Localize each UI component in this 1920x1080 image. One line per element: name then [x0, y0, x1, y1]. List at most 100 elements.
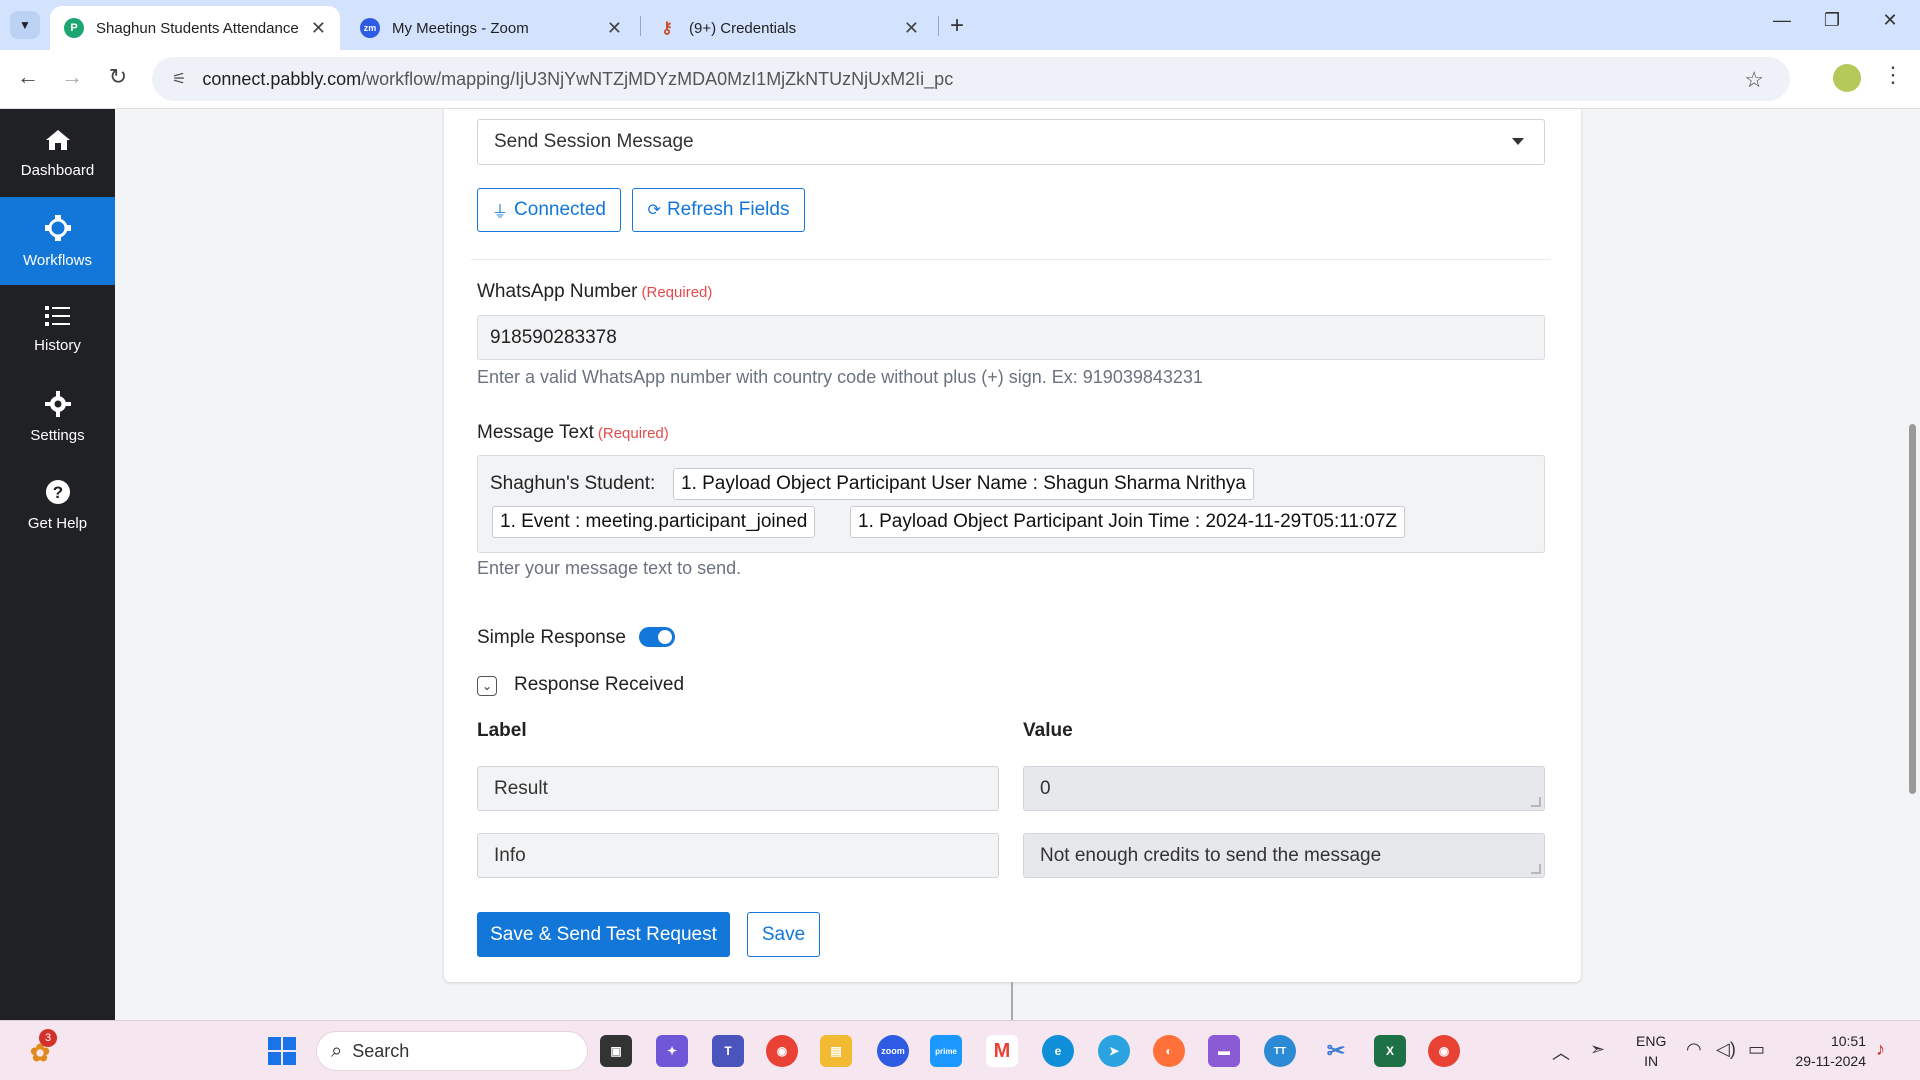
section-divider	[471, 259, 1551, 260]
mapped-field-chip[interactable]: 1. Event : meeting.participant_joined	[492, 506, 816, 538]
workflow-connector-line	[1011, 982, 1013, 1020]
volume-icon[interactable]: ◁)	[1716, 1039, 1736, 1060]
sidebar-item-get-help[interactable]: ? Get Help	[0, 461, 115, 549]
label-column-header: Label	[477, 720, 527, 741]
message-text-input[interactable]: Shaghun's Student: 1. Payload Object Par…	[477, 455, 1545, 553]
simple-response-label: Simple Response	[477, 627, 626, 648]
snipping-tool-icon[interactable]: ✂	[1320, 1035, 1352, 1067]
profile-avatar[interactable]	[1833, 64, 1861, 92]
language-code: ENG	[1636, 1033, 1667, 1049]
forward-icon[interactable]: →	[56, 64, 88, 90]
system-clock[interactable]: 10:51 29-11-2024	[1786, 1031, 1866, 1071]
windows-start-icon[interactable]	[266, 1035, 298, 1067]
close-icon[interactable]: ✕	[311, 18, 326, 39]
mapped-field-chip[interactable]: 1. Payload Object Participant Join Time …	[850, 506, 1405, 538]
scrollbar-thumb[interactable]	[1909, 424, 1916, 794]
back-icon[interactable]: ←	[12, 64, 44, 90]
teams-icon[interactable]: T	[712, 1035, 744, 1067]
home-icon	[45, 128, 71, 156]
whatsapp-number-input[interactable]: 918590283378	[477, 315, 1545, 360]
clipchamp-icon[interactable]: ▬	[1208, 1035, 1240, 1067]
excel-icon[interactable]: X	[1374, 1035, 1406, 1067]
close-icon[interactable]: ✕	[607, 18, 622, 39]
resize-grip-icon[interactable]	[1531, 864, 1541, 874]
chevron-down-icon: ▼	[19, 18, 31, 32]
location-icon[interactable]: ➣	[1590, 1039, 1605, 1060]
response-label-field[interactable]: Result	[477, 766, 999, 811]
edge-icon[interactable]: e	[1042, 1035, 1074, 1067]
response-value-text: Not enough credits to send the message	[1040, 844, 1382, 866]
connected-button[interactable]: ⏚ Connected	[477, 188, 621, 232]
clock-date: 29-11-2024	[1795, 1053, 1866, 1069]
site-info-icon[interactable]: ⚟	[172, 69, 186, 89]
copilot-icon[interactable]: ✦	[656, 1035, 688, 1067]
response-value-field[interactable]: Not enough credits to send the message	[1023, 833, 1545, 878]
bookmark-star-icon[interactable]: ☆	[1744, 67, 1764, 93]
sidebar-item-workflows[interactable]: Workflows	[0, 197, 115, 285]
browser-menu-icon[interactable]: ⋮	[1882, 62, 1904, 88]
button-label: Refresh Fields	[666, 199, 790, 220]
tab-title: (9+) Credentials	[689, 19, 797, 37]
resize-grip-icon[interactable]	[1531, 797, 1541, 807]
sidebar-item-label: Get Help	[27, 514, 88, 532]
gear-icon	[44, 390, 71, 421]
search-icon: ⌕	[331, 1039, 343, 1062]
save-send-test-button[interactable]: Save & Send Test Request	[477, 912, 730, 957]
chrome-profile-icon[interactable]: ◉	[1428, 1035, 1460, 1067]
omnibox[interactable]: ⚟ connect.pabbly.com/workflow/mapping/Ij…	[152, 57, 1790, 101]
page-scrollbar[interactable]	[1905, 109, 1920, 1020]
sidebar-item-history[interactable]: History	[0, 285, 115, 373]
firefox-icon[interactable]: ◐	[1153, 1035, 1185, 1067]
taskbar-search-box[interactable]: ⌕ Search	[316, 1031, 588, 1071]
language-indicator[interactable]: ENG IN	[1636, 1031, 1666, 1071]
response-label-text: Result	[494, 777, 548, 799]
notification-bell-icon[interactable]: ♪	[1876, 1039, 1885, 1060]
tab-search-dropdown[interactable]: ▼	[10, 11, 40, 39]
new-tab-button[interactable]: +	[950, 12, 964, 40]
action-event-select[interactable]: Send Session Message	[477, 119, 1545, 165]
file-explorer-icon[interactable]: ▤	[820, 1035, 852, 1067]
tab-zoom-meetings[interactable]: zm My Meetings - Zoom ✕	[346, 6, 636, 50]
response-label-field[interactable]: Info	[477, 833, 999, 878]
close-window-icon[interactable]: ✕	[1860, 10, 1920, 31]
telegram-icon[interactable]: ➤	[1098, 1035, 1130, 1067]
sidebar-item-dashboard[interactable]: Dashboard	[0, 109, 115, 197]
tab-credentials[interactable]: ⚷ (9+) Credentials ✕	[643, 6, 933, 50]
whatsapp-number-label: WhatsApp Number (Required)	[477, 281, 712, 303]
sidebar-item-label: History	[34, 336, 81, 354]
reload-icon[interactable]: ↻	[102, 64, 134, 90]
restore-icon[interactable]: ❐	[1802, 10, 1862, 31]
simple-response-toggle[interactable]	[639, 627, 675, 647]
app-icon[interactable]: TT	[1264, 1035, 1296, 1067]
response-collapse-chevron-icon[interactable]: ⌄	[477, 676, 497, 696]
wifi-icon[interactable]: ◠	[1686, 1039, 1702, 1060]
sidebar-item-settings[interactable]: Settings	[0, 373, 115, 461]
sidebar-item-label: Dashboard	[20, 161, 95, 179]
prime-video-icon[interactable]: prime	[930, 1035, 962, 1067]
show-hidden-icons-icon[interactable]: ︿	[1552, 1039, 1570, 1065]
tab-shaghun-attendance[interactable]: P Shaghun Students Attendance | ✕	[50, 6, 340, 50]
language-region: IN	[1644, 1053, 1659, 1069]
response-value-field[interactable]: 0	[1023, 766, 1545, 811]
close-icon[interactable]: ✕	[904, 18, 919, 39]
zoom-icon[interactable]: zoom	[877, 1035, 909, 1067]
mapped-field-chip[interactable]: 1. Payload Object Participant User Name …	[673, 468, 1254, 500]
battery-icon[interactable]: ▭	[1748, 1039, 1765, 1060]
sidebar-item-label: Settings	[30, 426, 85, 444]
task-view-icon[interactable]: ▣	[600, 1035, 632, 1067]
response-received-label[interactable]: Response Received	[514, 674, 684, 696]
sidebar-item-label: Workflows	[23, 251, 92, 269]
chrome-icon[interactable]: ◉	[766, 1035, 798, 1067]
url-host: connect.pabbly.com	[202, 68, 362, 89]
notification-badge: 3	[39, 1029, 57, 1047]
gmail-icon[interactable]: M	[986, 1035, 1018, 1067]
address-bar-row: ← → ↻ ⚟ connect.pabbly.com/workflow/mapp…	[0, 50, 1920, 109]
url-path: /workflow/mapping/IjU3NjYwNTZjMDYzMDA0Mz…	[361, 68, 954, 89]
refresh-fields-button[interactable]: ⟳ Refresh Fields	[632, 188, 805, 232]
response-value-text: 0	[1040, 777, 1051, 799]
url-text[interactable]: connect.pabbly.com/workflow/mapping/IjU3…	[202, 69, 953, 90]
history-icon	[44, 305, 71, 331]
toggle-knob	[658, 630, 672, 644]
select-value: Send Session Message	[494, 131, 694, 152]
save-button[interactable]: Save	[747, 912, 820, 957]
